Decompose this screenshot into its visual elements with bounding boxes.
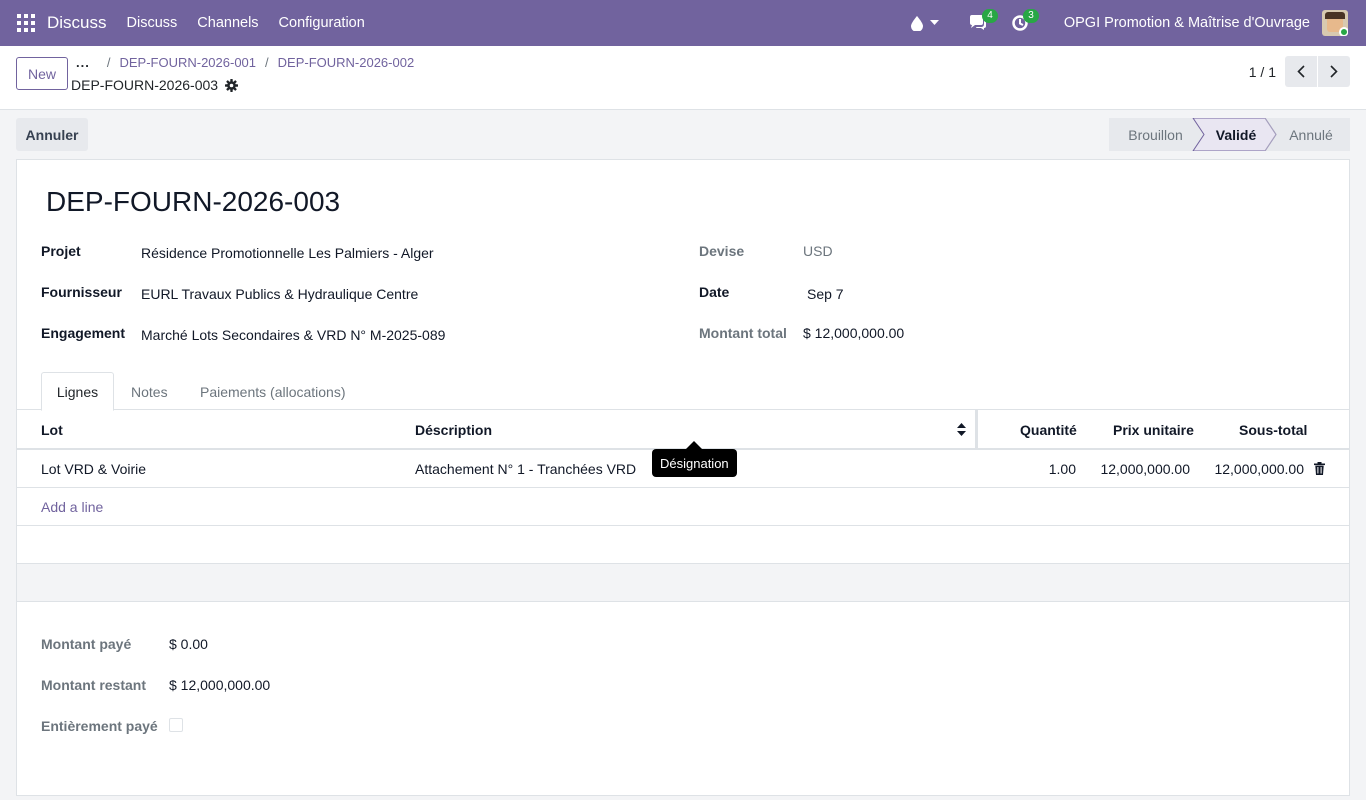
user-avatar[interactable] bbox=[1322, 10, 1348, 36]
breadcrumb-item[interactable]: DEP-FOURN-2026-001 bbox=[119, 55, 256, 70]
cancel-button[interactable]: Annuler bbox=[16, 118, 88, 151]
date-label: Date bbox=[699, 284, 730, 300]
pager-previous-button[interactable] bbox=[1285, 56, 1317, 87]
breadcrumb-separator: / bbox=[106, 55, 111, 70]
montant-total-field: $ 12,000,000.00 bbox=[803, 325, 905, 341]
caret-down-icon bbox=[929, 20, 939, 25]
tooltip-arrow bbox=[686, 441, 702, 449]
notebook-tabs: Lignes Notes Paiements (allocations) bbox=[17, 372, 1349, 411]
messages-menu[interactable]: 4 bbox=[969, 9, 998, 31]
column-header-quantite[interactable]: Quantité bbox=[1020, 422, 1077, 438]
cell-prix-unitaire: 12,000,000.00 bbox=[1100, 461, 1190, 477]
droplet-icon bbox=[910, 15, 923, 31]
gear-icon[interactable] bbox=[225, 78, 239, 92]
pager-next-button[interactable] bbox=[1318, 56, 1350, 87]
chevron-right-icon bbox=[1330, 65, 1338, 78]
current-record-name: DEP-FOURN-2026-003 bbox=[71, 77, 219, 93]
projet-field[interactable]: Résidence Promotionnelle Les Palmiers - … bbox=[141, 245, 434, 261]
table-header: Lot Déscription Quantité Prix unitaire S… bbox=[17, 410, 1349, 450]
fournisseur-label: Fournisseur bbox=[41, 284, 122, 300]
form-sheet: DEP-FOURN-2026-003 Projet Résidence Prom… bbox=[16, 159, 1350, 796]
cell-description: Attachement N° 1 - Tranchées VRD bbox=[415, 461, 637, 477]
breadcrumb-item[interactable]: DEP-FOURN-2026-002 bbox=[278, 55, 415, 70]
engagement-label: Engagement bbox=[41, 325, 126, 341]
online-status-icon bbox=[1339, 27, 1348, 36]
chevron-left-icon bbox=[1297, 65, 1305, 78]
menu-item-configuration[interactable]: Configuration bbox=[269, 15, 375, 31]
cell-sous-total: 12,000,000.00 bbox=[1214, 461, 1304, 477]
fournisseur-field[interactable]: EURL Travaux Publics & Hydraulique Centr… bbox=[141, 286, 418, 302]
pager-value[interactable]: 1 / 1 bbox=[1249, 64, 1276, 80]
tooltip: Désignation bbox=[652, 449, 737, 477]
montant-paye-label: Montant payé bbox=[41, 636, 132, 652]
color-dropdown[interactable] bbox=[910, 15, 939, 31]
breadcrumb-separator: / bbox=[265, 55, 269, 70]
montant-paye-field: $ 0.00 bbox=[169, 636, 208, 652]
app-name[interactable]: Discuss bbox=[47, 13, 107, 33]
date-field[interactable]: Sep 7 bbox=[807, 286, 844, 302]
trash-icon[interactable] bbox=[1314, 462, 1325, 475]
activities-menu[interactable]: 3 bbox=[1012, 9, 1039, 31]
column-header-prix-unitaire[interactable]: Prix unitaire bbox=[1113, 422, 1194, 438]
current-record: DEP-FOURN-2026-003 bbox=[71, 77, 239, 93]
activities-badge: 3 bbox=[1023, 9, 1039, 23]
column-header-lot[interactable]: Lot bbox=[41, 422, 63, 438]
top-navbar: Discuss Discuss Channels Configuration 4… bbox=[0, 0, 1366, 46]
tab-notes[interactable]: Notes bbox=[131, 372, 168, 411]
montant-restant-label: Montant restant bbox=[41, 677, 146, 693]
entierement-paye-label: Entièrement payé bbox=[41, 718, 158, 734]
column-resizer[interactable] bbox=[975, 410, 978, 448]
entierement-paye-checkbox[interactable] bbox=[169, 718, 183, 732]
montant-restant-field: $ 12,000,000.00 bbox=[169, 677, 271, 693]
add-line-row: Add a line bbox=[17, 488, 1349, 526]
menu-item-channels[interactable]: Channels bbox=[187, 15, 268, 31]
tab-lignes[interactable]: Lignes bbox=[41, 372, 114, 411]
column-header-sous-total[interactable]: Sous-total bbox=[1239, 422, 1307, 438]
menu-item-discuss[interactable]: Discuss bbox=[117, 15, 188, 31]
devise-field[interactable]: USD bbox=[803, 243, 833, 259]
pager: 1 / 1 bbox=[1249, 56, 1350, 87]
breadcrumb: ... / DEP-FOURN-2026-001 / DEP-FOURN-202… bbox=[76, 55, 414, 70]
new-button[interactable]: New bbox=[16, 57, 68, 90]
column-header-description[interactable]: Déscription bbox=[415, 422, 492, 438]
cell-quantite: 1.00 bbox=[1048, 461, 1076, 477]
status-step-annule[interactable]: Annulé bbox=[1276, 118, 1346, 151]
systray: 4 3 OPGI Promotion & Maîtrise d'Ouvrage bbox=[910, 0, 1366, 46]
cell-lot: Lot VRD & Voirie bbox=[41, 461, 147, 477]
breadcrumb-more[interactable]: ... bbox=[76, 55, 90, 70]
empty-row bbox=[17, 526, 1349, 564]
page-title: DEP-FOURN-2026-003 bbox=[46, 186, 341, 217]
control-panel: New ... / DEP-FOURN-2026-001 / DEP-FOURN… bbox=[0, 46, 1366, 110]
table-footer-row bbox=[17, 564, 1349, 602]
add-line-link[interactable]: Add a line bbox=[41, 499, 103, 515]
status-bar: Brouillon Validé Annulé bbox=[1109, 118, 1350, 151]
engagement-field[interactable]: Marché Lots Secondaires & VRD N° M-2025-… bbox=[141, 327, 445, 343]
status-step-brouillon[interactable]: Brouillon bbox=[1109, 118, 1202, 151]
tab-paiements[interactable]: Paiements (allocations) bbox=[200, 372, 346, 411]
montant-total-label: Montant total bbox=[699, 325, 787, 341]
devise-label: Devise bbox=[699, 243, 745, 259]
projet-label: Projet bbox=[41, 243, 81, 259]
app-menu-icon[interactable] bbox=[17, 14, 35, 32]
status-step-valide[interactable]: Validé bbox=[1202, 118, 1270, 151]
sort-icon[interactable] bbox=[957, 423, 966, 436]
main-menu: Discuss Channels Configuration bbox=[117, 15, 375, 31]
company-switcher[interactable]: OPGI Promotion & Maîtrise d'Ouvrage bbox=[1064, 15, 1310, 31]
messages-badge: 4 bbox=[982, 9, 998, 23]
